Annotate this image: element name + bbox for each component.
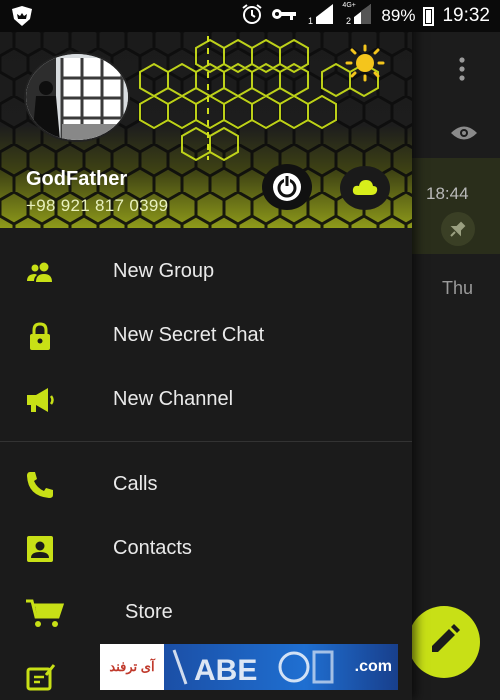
drawer-header: GodFather +98 921 817 0399: [0, 0, 412, 228]
menu-item-new-group[interactable]: New Group: [0, 240, 412, 304]
menu-divider: [0, 441, 412, 442]
cloud-icon: [352, 180, 378, 195]
menu-item-calls[interactable]: Calls: [0, 453, 412, 517]
cloud-button[interactable]: [340, 166, 390, 210]
sun-icon[interactable]: [344, 44, 386, 87]
cart-icon: [24, 597, 65, 629]
menu-label: Calls: [113, 473, 158, 495]
menu-label: New Channel: [113, 388, 234, 410]
watermark-persian-text: آی ترفند: [100, 644, 164, 690]
compose-button[interactable]: [408, 606, 480, 678]
menu-item-contacts[interactable]: Contacts: [0, 517, 412, 581]
menu-label: Store: [125, 601, 173, 623]
group-icon: [24, 256, 56, 288]
lock-icon: [24, 320, 56, 352]
phone-icon: [24, 469, 56, 501]
eye-icon[interactable]: [450, 124, 478, 147]
pencil-icon: [432, 624, 460, 652]
key-icon: [271, 6, 297, 26]
watermark-domain: .com: [354, 658, 392, 675]
user-phone: +98 921 817 0399: [26, 196, 169, 215]
contact-icon: [24, 533, 56, 565]
signal-sim2-icon: 2 4G+: [342, 1, 373, 31]
menu-label: Contacts: [113, 537, 192, 559]
svg-text:ABE: ABE: [194, 654, 257, 687]
watermark-logo: آی ترفند ABE .com: [100, 644, 398, 690]
chat-time: 18:44: [426, 184, 469, 203]
alarm-icon: [241, 3, 263, 30]
app-shield-icon: [10, 5, 34, 32]
power-icon: [273, 173, 301, 201]
menu-item-new-channel[interactable]: New Channel: [0, 368, 412, 432]
battery-icon: [423, 6, 435, 26]
menu-item-store[interactable]: Store: [0, 581, 412, 645]
more-vert-icon[interactable]: [456, 56, 468, 87]
avatar[interactable]: [24, 52, 130, 142]
navigation-drawer: GodFather +98 921 817 0399 New Group New…: [0, 0, 412, 700]
network-type: 4G+: [342, 1, 356, 9]
signal-sim1-icon: 1: [305, 2, 335, 31]
status-bar: 1 2 4G+ 89% 19:32: [0, 0, 500, 32]
pin-icon: [441, 212, 475, 246]
power-button[interactable]: [262, 164, 312, 210]
svg-text:2: 2: [346, 16, 351, 26]
menu-label: New Group: [113, 260, 215, 282]
menu-item-new-secret-chat[interactable]: New Secret Chat: [0, 304, 412, 368]
watermark-emblem: ABE: [172, 649, 334, 687]
svg-text:1: 1: [308, 16, 313, 26]
battery-percent: 89%: [381, 6, 416, 25]
user-name: GodFather: [26, 168, 128, 190]
clock: 19:32: [442, 5, 490, 26]
edit-note-icon: [24, 661, 56, 693]
menu-label: New Secret Chat: [113, 324, 265, 346]
watermark-banner: ABE .com: [164, 644, 398, 690]
chat-day: Thu: [442, 278, 474, 298]
megaphone-icon: [24, 384, 56, 416]
